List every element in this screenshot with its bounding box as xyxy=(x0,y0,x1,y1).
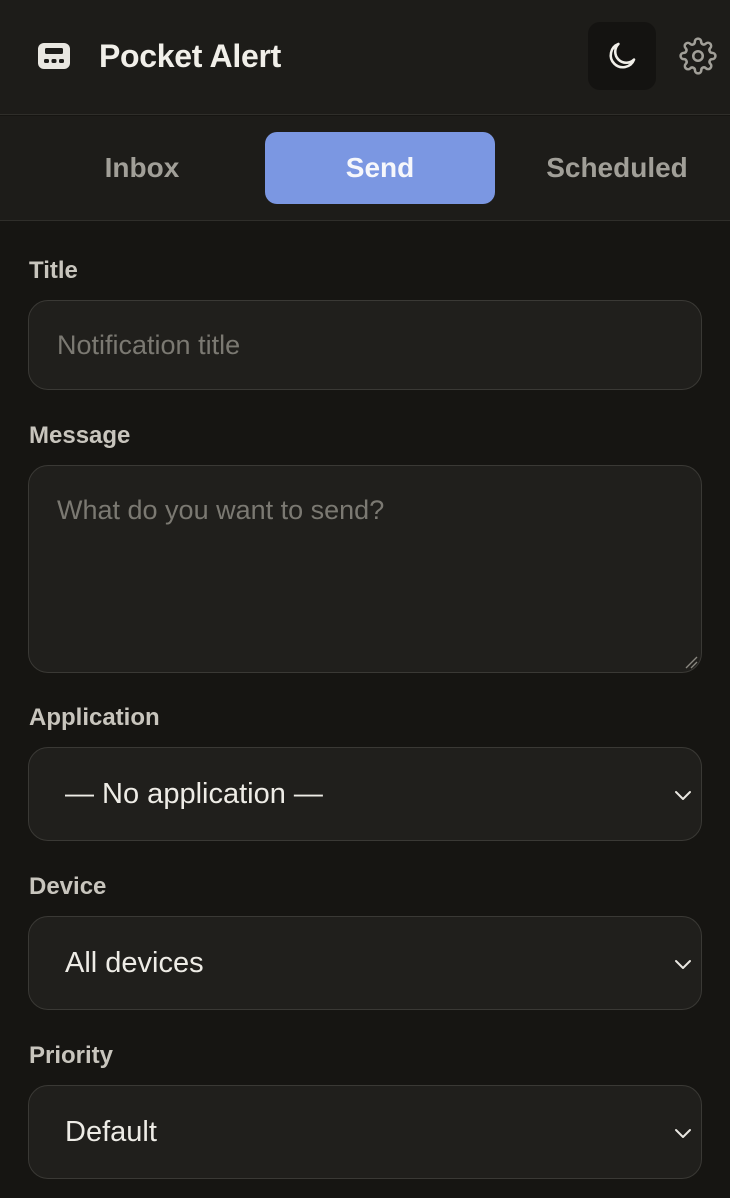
priority-select[interactable]: Default xyxy=(28,1085,702,1179)
pager-icon xyxy=(38,43,70,69)
app-title: Pocket Alert xyxy=(99,38,281,74)
priority-label: Priority xyxy=(29,1042,114,1069)
app-header: Pocket Alert xyxy=(0,0,730,115)
device-label: Device xyxy=(29,873,107,900)
message-textarea[interactable]: What do you want to send? xyxy=(28,465,702,673)
chevron-down-icon xyxy=(675,791,691,800)
title-placeholder: Notification title xyxy=(57,330,241,360)
title-label: Title xyxy=(29,257,78,284)
moon-icon xyxy=(609,42,636,69)
theme-toggle-button[interactable] xyxy=(588,22,656,90)
device-select[interactable]: All devices xyxy=(28,916,702,1010)
resize-handle-icon[interactable] xyxy=(684,655,698,669)
message-placeholder: What do you want to send? xyxy=(57,495,385,525)
priority-value: Default xyxy=(65,1116,157,1148)
chevron-down-icon xyxy=(675,960,691,969)
application-value: — No application — xyxy=(65,778,323,810)
tab-bar: Inbox Send Scheduled xyxy=(0,116,730,221)
gear-icon xyxy=(679,37,717,75)
message-label: Message xyxy=(29,422,131,449)
tab-send[interactable]: Send xyxy=(265,132,495,204)
chevron-down-icon xyxy=(675,1129,691,1138)
settings-button[interactable] xyxy=(679,37,717,75)
tab-inbox[interactable]: Inbox xyxy=(28,132,256,204)
application-select[interactable]: — No application — xyxy=(28,747,702,841)
device-value: All devices xyxy=(65,947,204,979)
title-input[interactable]: Notification title xyxy=(28,300,702,390)
tab-scheduled[interactable]: Scheduled xyxy=(503,132,730,204)
application-label: Application xyxy=(29,704,160,731)
